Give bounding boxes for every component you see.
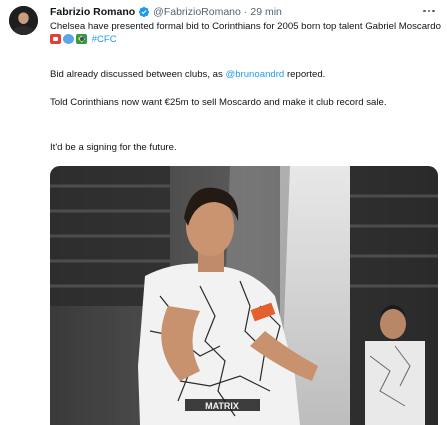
tweet-header: Fabrizio Romano @FabrizioRomano · 29 min <box>50 3 282 21</box>
tweet-line-2-pre: Bid already discussed between clubs, as <box>50 69 226 80</box>
more-options-icon[interactable] <box>420 4 438 18</box>
tweet-paragraph-3: Told Corinthians now want €25m to sell M… <box>50 97 387 108</box>
england-flag-icon <box>50 33 61 44</box>
tweet-line-2-post: reported. <box>284 69 326 80</box>
tweet-paragraph-4: It'd be a signing for the future. <box>50 142 177 153</box>
hashtag-link[interactable]: #CFC <box>92 34 117 45</box>
mention-link[interactable]: @brunoandrd <box>225 69 284 80</box>
separator-dot: · <box>243 6 248 18</box>
author-handle[interactable]: @FabrizioRomano <box>153 6 241 18</box>
brazil-flag-icon <box>76 33 87 44</box>
verified-badge-icon <box>139 6 150 18</box>
tweet-paragraph-2: Bid already discussed between clubs, as … <box>50 69 442 82</box>
author-avatar[interactable] <box>9 6 38 35</box>
tweet[interactable]: Fabrizio Romano @FabrizioRomano · 29 min… <box>0 0 447 425</box>
tweet-paragraph-1: Chelsea have presented formal bid to Cor… <box>50 21 442 46</box>
author-name[interactable]: Fabrizio Romano <box>50 6 135 18</box>
sponsor-text: MATRIX <box>205 401 239 411</box>
tweet-line-1: Chelsea have presented formal bid to Cor… <box>50 21 441 32</box>
blue-circle-icon <box>63 33 74 44</box>
tweet-photo[interactable]: MATRIX <box>50 166 438 425</box>
tweet-timestamp[interactable]: 29 min <box>250 6 282 18</box>
